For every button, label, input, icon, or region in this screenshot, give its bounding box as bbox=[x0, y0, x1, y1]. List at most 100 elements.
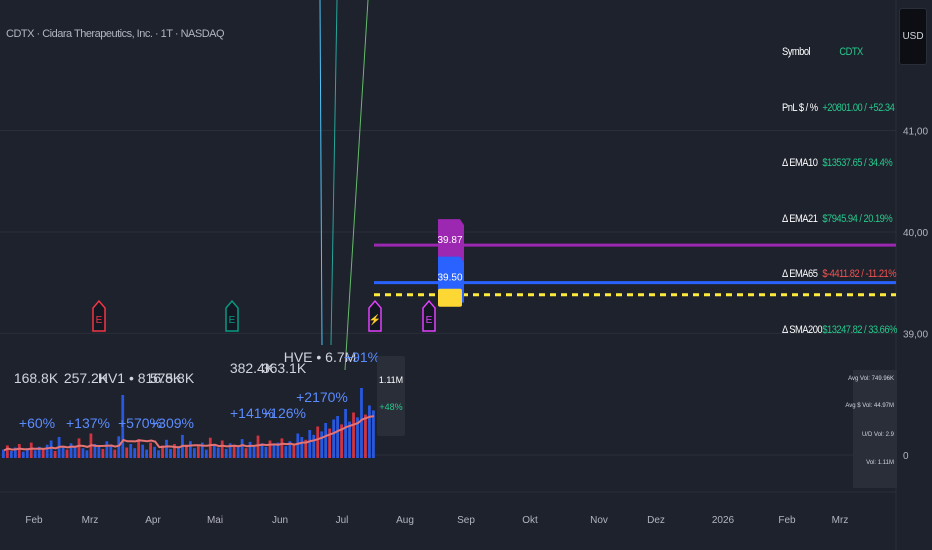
info-key: Symbol bbox=[782, 46, 811, 58]
event-marker-symbol: ⚡ bbox=[369, 313, 381, 326]
volume-bar bbox=[117, 436, 121, 458]
time-tick-label: Sep bbox=[457, 515, 475, 526]
info-row-sma200: Δ SMA200 $13247.82 / 33.66% bbox=[782, 324, 897, 336]
stat-vol: Vol: 1.11M bbox=[866, 460, 894, 466]
info-key: Δ EMA10 bbox=[782, 157, 818, 169]
time-tick-label: Okt bbox=[522, 515, 538, 526]
time-tick-label: Aug bbox=[396, 515, 414, 526]
volume-bar bbox=[196, 446, 200, 458]
volume-bar bbox=[320, 431, 324, 458]
volume-bar bbox=[77, 438, 81, 458]
event-marker-symbol: E bbox=[426, 315, 433, 326]
volume-bar bbox=[244, 448, 248, 458]
info-key: Δ EMA65 bbox=[782, 268, 818, 280]
chart-title: CDTX · Cidara Therapeutics, Inc. · 1T · … bbox=[6, 28, 225, 40]
time-tick-label: Dez bbox=[647, 515, 665, 526]
volume-bar bbox=[224, 448, 228, 458]
volume-bar bbox=[49, 440, 53, 458]
info-key: Δ SMA200 bbox=[782, 324, 823, 336]
volume-bar bbox=[192, 448, 196, 458]
volume-bar bbox=[85, 450, 89, 458]
volume-bar bbox=[364, 414, 367, 458]
volume-bar bbox=[296, 433, 300, 458]
volume-bar bbox=[113, 449, 117, 458]
info-row-ema21: Δ EMA21 $7945.94 / 20.19% bbox=[782, 213, 893, 225]
last-volume-box bbox=[377, 356, 405, 436]
time-tick-label: Mai bbox=[207, 515, 223, 526]
volume-bar bbox=[236, 446, 240, 458]
price-tick-label: 40,00 bbox=[903, 228, 928, 239]
volume-bar bbox=[189, 441, 192, 458]
time-tick-label: Apr bbox=[145, 515, 161, 526]
volume-bar bbox=[312, 434, 316, 458]
volume-bar bbox=[165, 439, 168, 458]
volume-bar bbox=[9, 451, 13, 458]
volume-bar bbox=[73, 447, 77, 458]
volume-bar bbox=[125, 447, 129, 458]
price-tick-label: 41,00 bbox=[903, 127, 928, 138]
last-volume-change: +48% bbox=[379, 402, 402, 412]
volume-bar bbox=[308, 430, 312, 458]
volume-bar bbox=[109, 445, 113, 458]
volume-bar bbox=[145, 449, 149, 458]
time-tick-label: Mrz bbox=[82, 515, 99, 526]
volume-bar bbox=[41, 448, 45, 458]
volume-bar bbox=[149, 442, 152, 458]
volume-bar bbox=[300, 437, 304, 458]
time-tick-label: Feb bbox=[778, 515, 796, 526]
time-tick-label: 2026 bbox=[712, 515, 735, 526]
volume-bar bbox=[352, 412, 355, 458]
volume-bar bbox=[316, 426, 320, 458]
time-tick-label: Jun bbox=[272, 515, 288, 526]
event-marker-symbol: E bbox=[96, 315, 103, 326]
volume-bar bbox=[141, 444, 145, 458]
volume-bar bbox=[324, 423, 328, 458]
time-tick-label: Feb bbox=[25, 515, 43, 526]
volume-bar bbox=[216, 447, 220, 458]
volume-bar bbox=[264, 446, 268, 458]
volume-change-annotation: +126% bbox=[262, 405, 306, 421]
volume-bar bbox=[29, 442, 33, 458]
price-tag-label: 39.87 bbox=[437, 235, 462, 246]
info-row-pnl: PnL $ / % +20801.00 / +52.34 bbox=[782, 102, 895, 114]
info-value: $7945.94 / 20.19% bbox=[822, 213, 893, 225]
stat-ud-vol: U/D Vol: 2.9 bbox=[861, 432, 894, 438]
volume-bar bbox=[129, 444, 133, 458]
volume-bar bbox=[240, 439, 244, 458]
volume-bar bbox=[344, 409, 347, 458]
volume-bar bbox=[69, 443, 73, 458]
volume-bar bbox=[204, 449, 208, 458]
volume-bar bbox=[5, 445, 9, 458]
volume-stats-table: Avg Vol: 749.96K Avg $ Vol: 44.97M U/D V… bbox=[845, 370, 897, 488]
volume-bar bbox=[33, 450, 37, 458]
volume-bar bbox=[157, 450, 160, 458]
volume-bar bbox=[368, 405, 371, 458]
info-row-ema10: Δ EMA10 $13537.65 / 34.4% bbox=[782, 157, 893, 169]
time-tick-label: Mrz bbox=[832, 515, 849, 526]
last-volume-value: 1.11M bbox=[379, 375, 403, 385]
info-value: $13537.65 / 34.4% bbox=[822, 157, 893, 169]
volume-bar bbox=[137, 439, 141, 458]
volume-bar bbox=[65, 449, 69, 458]
volume-bar bbox=[53, 451, 57, 458]
volume-annotation: 168.8K bbox=[14, 370, 59, 386]
volume-bar bbox=[252, 445, 256, 458]
event-marker-symbol: E bbox=[229, 315, 236, 326]
volume-bar bbox=[169, 448, 172, 458]
stat-avg-dollar-vol: Avg $ Vol: 44.97M bbox=[845, 403, 894, 409]
volume-bar bbox=[21, 451, 25, 458]
currency-button[interactable]: USD bbox=[899, 8, 927, 65]
info-value: $13247.82 / 33.66% bbox=[822, 324, 897, 336]
volume-bar bbox=[280, 438, 284, 458]
price-axis-pane bbox=[896, 0, 932, 550]
info-value: +20801.00 / +52.34 bbox=[822, 102, 895, 114]
volume-bar bbox=[212, 445, 216, 458]
volume-bar bbox=[272, 444, 276, 458]
info-row-symbol: Symbol CDTX bbox=[782, 46, 877, 58]
info-key: PnL $ / % bbox=[782, 102, 818, 114]
info-row-ema65: Δ EMA65 $-4411.82 / -11.21% bbox=[782, 268, 897, 280]
volume-bar bbox=[81, 448, 85, 458]
volume-bar bbox=[332, 419, 336, 458]
volume-bar bbox=[372, 410, 375, 458]
volume-change-annotation: +91% bbox=[344, 349, 380, 365]
